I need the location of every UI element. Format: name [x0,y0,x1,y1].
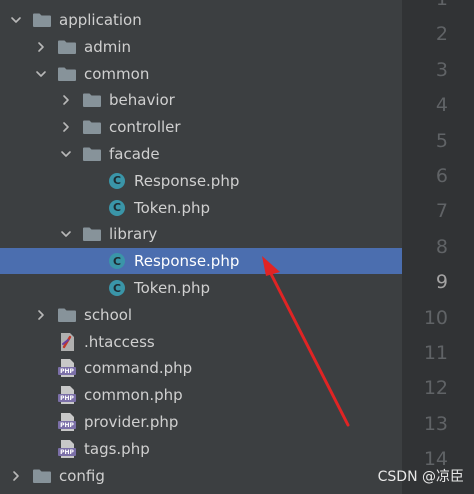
chevron-right-icon[interactable] [58,114,74,140]
tree-item-label: Response.php [134,252,240,271]
line-number: 12 [423,377,448,400]
line-number: 2 [435,23,448,46]
php-class-icon: C [107,251,127,271]
tree-item-label: tags.php [84,439,150,458]
watermark: CSDN @凉臣 [377,469,464,485]
tree-row-provider[interactable]: PHP provider.php [0,409,402,435]
chevron-right-icon[interactable] [33,34,49,60]
tree-row-common[interactable]: common [0,61,402,87]
chevron-down-icon[interactable] [58,221,74,247]
tree-row-tags[interactable]: PHP tags.php [0,436,402,462]
php-file-icon: PHP [57,385,77,405]
editor-gutter: 1234567891011121314 [402,0,474,494]
class-icon-letter: C [112,254,122,268]
chevron-down-icon[interactable] [33,61,49,87]
tree-item-label: Response.php [134,171,240,190]
folder-icon [82,224,102,244]
tree-row-facade-response[interactable]: C Response.php [0,168,402,194]
tree-item-label: application [59,11,142,29]
php-file-icon: PHP [57,439,77,459]
line-number: 6 [435,165,448,187]
line-number: 4 [435,94,448,117]
line-number: 9 [435,271,448,294]
folder-icon [32,10,52,30]
tree-row-command[interactable]: PHP command.php [0,355,402,381]
tree-item-label: controller [109,118,181,137]
tree-item-label: library [109,225,158,244]
php-badge-text: PHP [60,422,74,429]
tree-item-label: facade [109,145,160,163]
folder-icon [82,117,102,137]
tree-row-htaccess[interactable]: .htaccess [0,329,402,355]
php-file-icon: PHP [57,358,77,378]
tree-row-school[interactable]: school [0,302,402,328]
class-icon-letter: C [112,201,122,215]
tree-row-library-token[interactable]: C Token.php [0,275,402,301]
tree-item-label: provider.php [84,413,179,431]
tree-item-label: Token.php [134,198,210,217]
tree-item-label: admin [84,37,131,56]
line-number: 13 [423,412,448,435]
line-number: 3 [435,58,448,81]
tree-item-label: Token.php [134,279,210,297]
php-badge-text: PHP [60,368,74,376]
php-class-icon: C [107,171,127,191]
php-badge-text: PHP [60,448,74,456]
line-number: 10 [423,306,448,329]
tree-row-facade[interactable]: facade [0,141,402,167]
line-number: 8 [435,235,448,258]
php-class-icon: C [107,278,127,298]
tree-row-admin[interactable]: admin [0,34,402,60]
folder-icon [82,90,102,110]
tree-item-label: config [59,466,105,485]
line-number: 11 [423,342,448,364]
tree-row-config[interactable]: config [0,463,402,489]
tree-row-common-php[interactable]: PHP common.php [0,382,402,408]
tree-item-label: command.php [84,359,193,378]
folder-icon [32,466,52,486]
tree-row-library[interactable]: library [0,221,402,247]
php-file-icon: PHP [57,412,77,432]
tree-row-library-response[interactable]: C Response.php [0,248,402,275]
line-number: 1 [408,0,448,10]
class-icon-letter: C [112,281,122,295]
line-number: 5 [435,129,448,152]
folder-icon [57,37,77,57]
htaccess-file-icon [57,332,77,352]
folder-icon [57,305,77,325]
tree-item-label: common.php [84,386,183,405]
tree-row-behavior[interactable]: behavior [0,87,402,113]
chevron-right-icon[interactable] [8,463,24,489]
tree-row-application[interactable]: application [0,7,402,33]
php-class-icon: C [107,198,127,218]
class-icon-letter: C [112,174,122,188]
tree-row-facade-token[interactable]: C Token.php [0,195,402,221]
chevron-down-icon[interactable] [8,7,24,33]
folder-icon [57,64,77,84]
tree-item-label: .htaccess [84,332,155,351]
php-badge-text: PHP [60,395,74,403]
tree-row-controller[interactable]: controller [0,114,402,140]
tree-item-label: common [84,64,150,83]
project-tree-panel: ʼ ̀ ̄ ʼ̀ ' ̅ ̄ ̀ application admin common b… [0,0,402,494]
line-number: 7 [435,200,448,223]
folder-icon [82,144,102,164]
chevron-right-icon[interactable] [58,87,74,113]
tree-item-label: behavior [109,91,175,110]
chevron-right-icon[interactable] [33,302,49,328]
tree-item-label: school [84,305,133,324]
chevron-down-icon[interactable] [58,141,74,167]
